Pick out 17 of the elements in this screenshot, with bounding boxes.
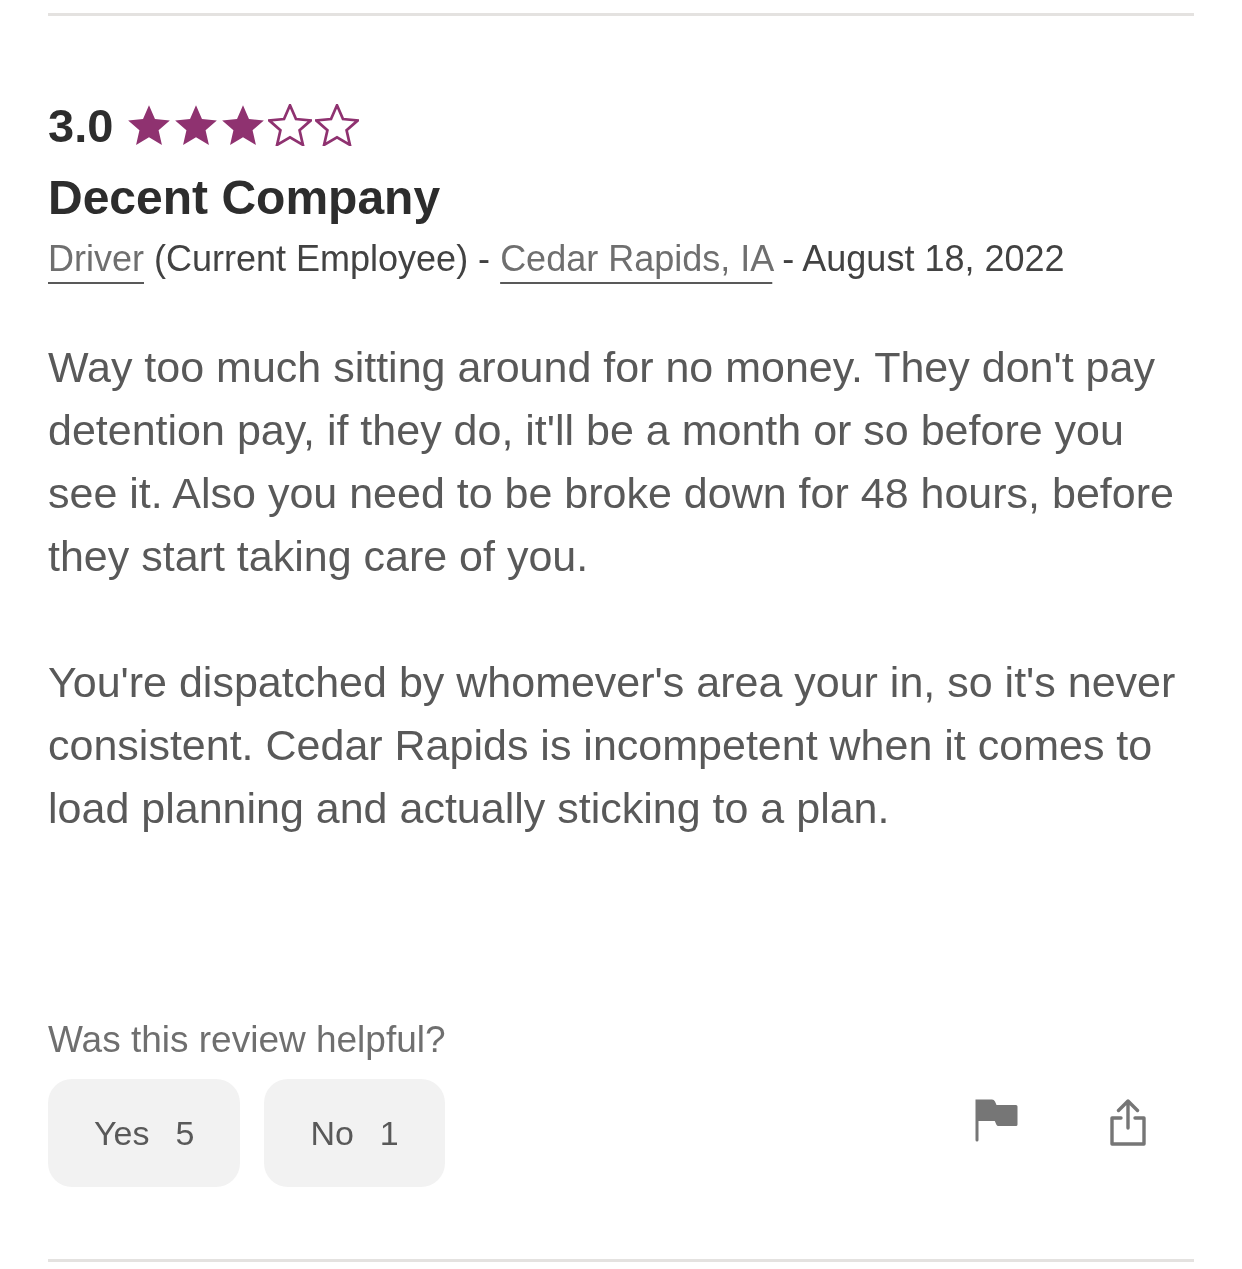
review-paragraph: You're dispatched by whomever's area your in, so it's never consistent. Cedar Rapids is incompetent when it comes to load planning and actually sticking to a plan. [48,657,1177,834]
filled-star-icon [221,104,266,146]
job-title-link[interactable]: Driver [48,238,144,279]
empty-star-icon [268,104,313,146]
empty-star-icon [315,104,360,146]
filled-star-icon [127,104,172,146]
review-meta: Driver (Current Employee) - Cedar Rapids, IA - August 18, 2022 [48,237,1065,281]
share-icon[interactable] [1110,1099,1146,1146]
rating-value: 3.0 [48,101,114,149]
review-paragraph: Way too much sitting around for no money. They don't pay detention pay, if they do, it'll be a month or so before you see it. Also you need to be broke down for 48 hours, before they start taking care of you. [48,342,1175,582]
yes-vote-button[interactable]: Yes 5 [48,1079,241,1187]
filled-star-icon [174,104,219,146]
helpful-question: Was this review helpful? [48,1018,446,1062]
no-vote-button[interactable]: No 1 [264,1079,445,1187]
location-link[interactable]: Cedar Rapids, IA [500,238,773,279]
flag-icon[interactable] [974,1099,1018,1142]
review-title: Decent Company [48,170,441,226]
